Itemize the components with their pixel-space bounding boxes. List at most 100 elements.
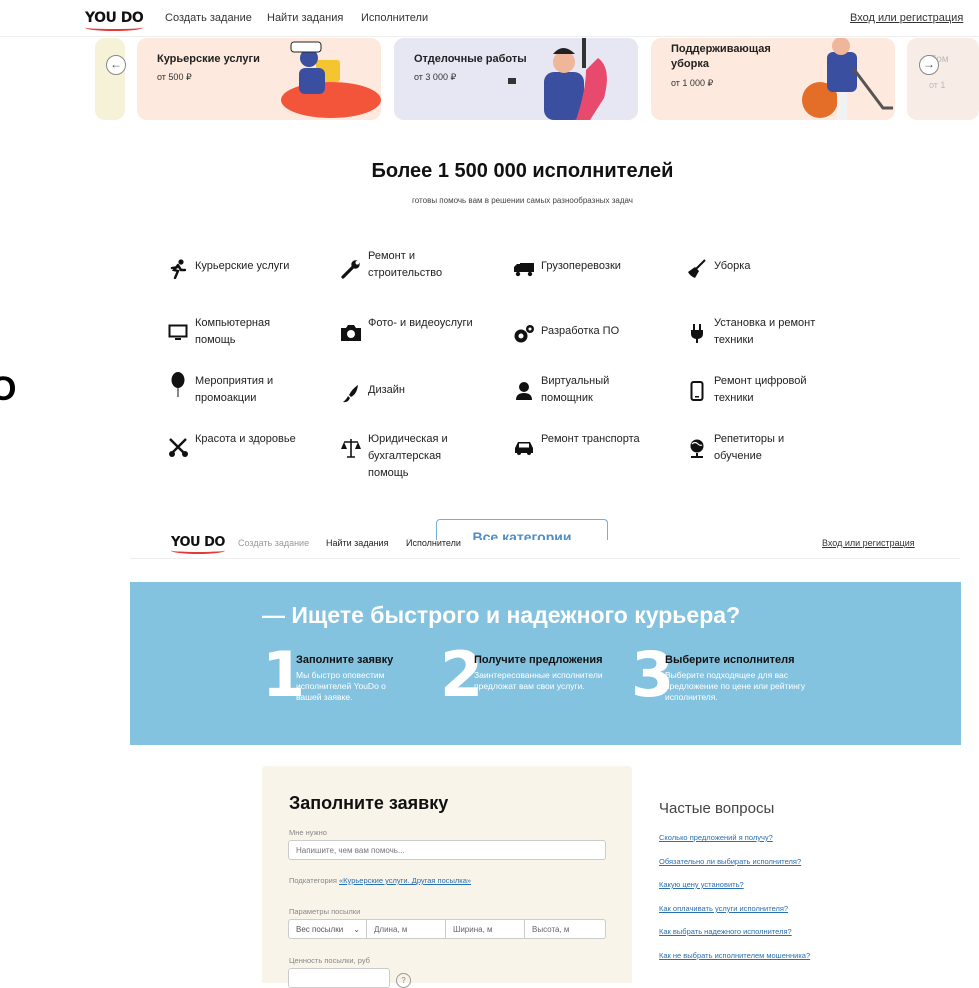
category-software[interactable]: Разработка ПО [513,322,656,345]
subcategory-line: Подкатегория «Курьерские услуги. Другая … [289,876,471,885]
globe-icon [686,437,708,459]
subcategory-link[interactable]: «Курьерские услуги. Другая посылка» [339,876,471,885]
category-label: Дизайн [368,384,405,396]
category-label: Разработка ПО [541,325,620,337]
category-label: Виртуальный помощник [541,375,610,404]
category-auto-repair[interactable]: Ремонт транспорта [513,431,661,459]
faq-link[interactable]: Обязательно ли выбирать исполнителя? [659,857,801,866]
car-icon [513,437,535,459]
category-repair[interactable]: Ремонт и строительство [340,248,463,282]
category-legal[interactable]: Юридическая и бухгалтерская помощь [340,431,473,482]
nav-performers[interactable]: Исполнители [406,538,461,548]
login-link[interactable]: Вход или регистрация [850,12,963,24]
how-it-works-banner: — Ищете быстрого и надежного курьера? 1 … [130,582,961,745]
form-title: Заполните заявку [289,793,449,813]
carousel-card-partial-right[interactable]: Пом от 1 [907,38,979,120]
phone-icon [686,380,708,402]
card-price: от 1 000 ₽ [671,78,714,88]
youdo-logo[interactable]: YOU DO [85,10,144,31]
category-label: Красота и здоровье [195,433,296,445]
step-description: Мы быстро оповестим исполнителей YouDo о… [296,670,386,702]
subcategory-prefix: Подкатегория [289,876,337,885]
youdo-logo[interactable]: YOU DO [171,535,225,554]
nav-create-task[interactable]: Создать задание [238,538,309,548]
category-beauty[interactable]: Красота и здоровье [167,431,315,458]
width-field[interactable]: Ширина, м [445,919,525,939]
value-label: Ценность посылки, руб [289,956,370,965]
carousel-card-partial-left[interactable] [95,38,125,120]
category-label: Компьютерная помощь [195,317,271,346]
params-label: Параметры посылки [289,907,361,916]
step-title: Выберите исполнителя [665,654,795,666]
edge-glyph: O [0,370,17,408]
faq-link[interactable]: Сколько предложений я получу? [659,833,773,842]
faq-link[interactable]: Как оплачивать услуги исполнителя? [659,904,788,913]
plug-icon [686,322,708,344]
carousel-card-cleaning[interactable]: Поддерживающая уборка от 1 000 ₽ [651,38,895,120]
category-digital-repair[interactable]: Ремонт цифровой техники [686,373,824,407]
category-events[interactable]: Мероприятия и промоакции [167,372,295,407]
sticky-header: YOU DO Создать задание Найти задания Исп… [130,530,960,559]
faq-title: Частые вопросы [659,800,775,817]
carousel-card-courier[interactable]: Курьерские услуги от 500 ₽ [137,38,381,120]
need-input[interactable] [288,840,606,860]
step-description: Выберите подходящее для вас предложение … [665,670,806,702]
height-placeholder: Высота, м [532,925,570,934]
hero-subtitle: готовы помочь вам в решении самых разноо… [412,196,633,205]
category-label: Грузоперевозки [541,260,621,272]
category-assistant[interactable]: Виртуальный помощник [513,373,641,407]
faq-link[interactable]: Какую цену установить? [659,880,744,889]
weight-select-value: Вес посылки [296,925,344,934]
length-field[interactable]: Длина, м [366,919,446,939]
value-input[interactable] [288,968,390,988]
nav-create-task[interactable]: Создать задание [165,12,252,24]
carousel-card-finishing[interactable]: Отделочные работы от 3 000 ₽ [394,38,638,120]
category-cargo[interactable]: Грузоперевозки [513,257,656,280]
brush-icon [340,382,362,404]
step-description: Заинтересованные исполнители предложат в… [474,670,603,691]
category-label: Ремонт цифровой техники [714,375,807,404]
category-label: Ремонт и строительство [368,250,443,279]
banner-title: — Ищете быстрого и надежного курьера? [262,602,741,628]
step-title: Получите предложения [474,654,603,666]
chevron-down-icon: ⌄ [353,925,360,934]
faq-link[interactable]: Как выбрать надежного исполнителя? [659,927,792,936]
login-link[interactable]: Вход или регистрация [822,538,915,548]
category-label: Ремонт транспорта [541,433,640,445]
top-header: YOU DO Создать задание Найти задания Исп… [0,0,979,37]
truck-icon [513,258,535,280]
category-label: Репетиторы и обучение [714,433,785,462]
nav-find-tasks[interactable]: Найти задания [326,538,388,548]
height-field[interactable]: Высота, м [524,919,606,939]
category-courier[interactable]: Курьерские услуги [167,257,310,280]
category-cleaning[interactable]: Уборка [686,257,829,280]
card-title: Поддерживающая уборка [671,43,771,70]
courier-illustration-icon [281,41,381,118]
length-placeholder: Длина, м [374,925,408,934]
hero-title: Более 1 500 000 исполнителей [371,160,674,182]
category-appliance[interactable]: Установка и ремонт техники [686,315,829,349]
card-price: от 3 000 ₽ [414,72,457,82]
weight-select[interactable]: Вес посылки ⌄ [288,919,367,939]
gears-icon [513,323,535,345]
category-computer[interactable]: Компьютерная помощь [167,315,290,349]
wrench-icon [340,258,362,280]
carousel-next-arrow-icon[interactable]: → [919,55,939,75]
camera-icon [340,322,362,344]
broom-icon [686,258,708,280]
painter-illustration-icon [508,38,607,120]
category-label: Фото- и видеоуслуги [368,317,473,329]
category-design[interactable]: Дизайн [340,381,483,404]
category-photo[interactable]: Фото- и видеоуслуги [340,315,493,344]
carousel-prev-arrow-icon[interactable]: ← [106,55,126,75]
faq-link[interactable]: Как не выбрать исполнителем мошенника? [659,951,810,960]
category-label: Мероприятия и промоакции [195,375,274,404]
nav-performers[interactable]: Исполнители [361,12,428,24]
scissors-icon [167,436,189,458]
category-tutors[interactable]: Репетиторы и обучение [686,431,809,465]
help-icon[interactable]: ? [396,973,411,988]
nav-find-tasks[interactable]: Найти задания [267,12,343,24]
card-price: от 1 [929,80,946,90]
balloon-icon [167,372,189,397]
person-icon [513,380,535,402]
